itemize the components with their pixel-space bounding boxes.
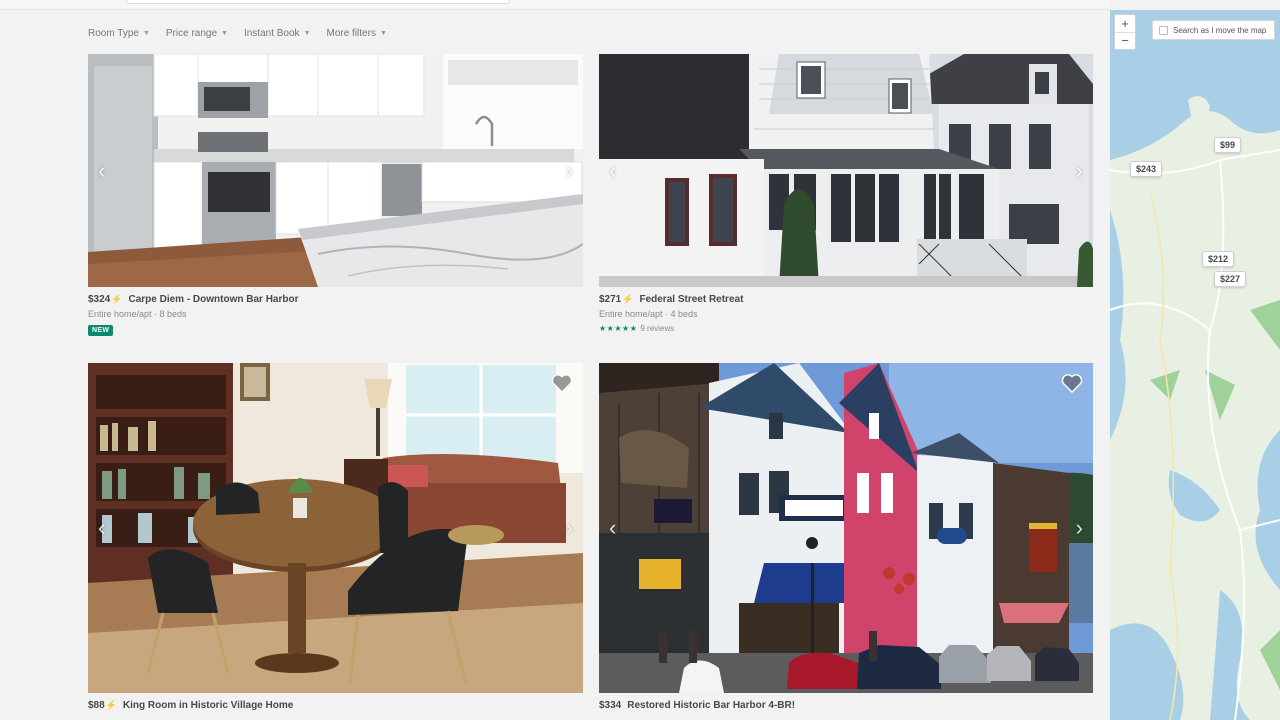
listing-photo-street[interactable]: ‹ › [599,363,1093,693]
instant-book-icon: ⚡ [111,294,123,304]
price-pin[interactable]: $99 [1214,137,1242,153]
more-filters-button[interactable]: More filters ▼ [327,24,387,42]
listing-details: Entire home/apt · 8 beds [88,309,187,319]
zoom-in-button[interactable]: + [1115,15,1135,33]
chevron-down-icon: ▼ [303,29,311,37]
chevron-down-icon: ▼ [142,29,150,37]
listing-price: $88 [88,700,105,711]
search-as-move-checkbox[interactable] [1159,25,1168,35]
filter-bar: Room Type ▼ Price range ▼ Instant Book ▼ Mo… [88,24,387,42]
zoom-out-button[interactable]: − [1115,33,1135,50]
previous-photo-icon[interactable]: ‹ [609,517,616,539]
price-pin[interactable]: $243 [1130,161,1163,177]
price-pin[interactable]: $227 [1214,271,1247,287]
map-panel[interactable]: + − Search as I move the map $99 $243 $2… [1110,10,1280,720]
listing-card[interactable]: ‹ › $334 Restored Historic Bar Harbor 4-B… [599,363,1093,711]
previous-photo-icon[interactable]: ‹ [98,159,105,182]
heart-save-icon[interactable] [1061,373,1083,393]
listing-price: $271 [599,294,622,305]
map-base [1110,10,1280,720]
new-badge: NEW [88,325,114,336]
top-bar [0,0,1110,10]
listing-title-line[interactable]: $334 Restored Historic Bar Harbor 4-BR! [599,700,1093,711]
review-count: 9 reviews [640,324,675,333]
listing-photo-living-room[interactable]: ‹ › [88,363,583,693]
instant-book-filter[interactable]: Instant Book ▼ [244,24,311,42]
listing-title: King Room in Historic Village Home [122,700,294,711]
previous-photo-icon[interactable]: ‹ [98,517,105,539]
listing-price: $334 [599,700,622,711]
instant-book-icon: ⚡ [105,700,117,710]
listing-title: Federal Street Retreat [639,294,744,305]
price-range-filter[interactable]: Price range ▼ [166,24,228,42]
instant-book-icon: ⚡ [622,294,634,304]
star-rating-icon: ★★★★★ [599,324,638,333]
next-photo-icon[interactable]: › [566,159,573,182]
listing-price: $324 [88,294,111,305]
listing-title-line[interactable]: $324⚡ Carpe Diem - Downtown Bar Harbor [88,294,583,305]
zoom-controls: + − [1114,14,1136,50]
listing-details: Entire home/apt · 4 beds [599,309,698,319]
previous-photo-icon[interactable]: ‹ [609,159,616,182]
listing-title-line[interactable]: $88⚡ King Room in Historic Village Home [88,700,583,711]
next-photo-icon[interactable]: › [1076,517,1083,539]
chevron-down-icon: ▼ [379,29,387,37]
next-photo-icon[interactable]: › [566,517,573,539]
search-bar[interactable] [126,0,510,4]
next-photo-icon[interactable]: › [1076,159,1083,182]
listing-rating: ★★★★★ 9 reviews [599,324,1093,333]
listing-photo-house[interactable]: ‹ › [599,54,1093,287]
chevron-down-icon: ▼ [221,29,228,37]
search-as-move-toggle[interactable]: Search as I move the map [1152,20,1276,40]
listing-title-line[interactable]: $271⚡ Federal Street Retreat [599,294,1093,305]
heart-save-icon[interactable] [551,373,573,393]
room-type-filter[interactable]: Room Type ▼ [88,24,150,42]
listing-title: Restored Historic Bar Harbor 4-BR! [627,700,796,711]
listing-card[interactable]: ‹ › $324⚡ Carpe Diem - Downtown Bar Harbo… [88,54,583,337]
listing-card[interactable]: ‹ › $271⚡ Federal Street Retreat Entire h… [599,54,1093,333]
price-pin[interactable]: $212 [1202,251,1235,267]
listing-title: Carpe Diem - Downtown Bar Harbor [128,294,299,305]
search-as-move-label: Search as I move the map [1173,25,1267,35]
listing-card[interactable]: ‹ › $88⚡ King Room in Historic Village Ho… [88,363,583,711]
listing-photo-kitchen[interactable]: ‹ › [88,54,583,287]
